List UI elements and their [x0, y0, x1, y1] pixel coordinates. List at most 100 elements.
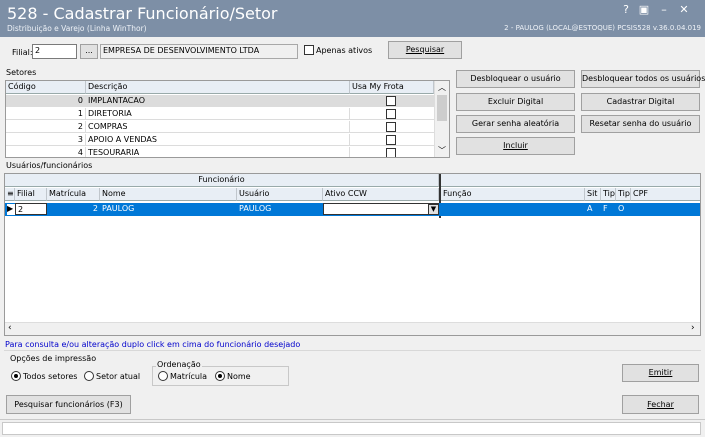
cadastrar-digital-label: Cadastrar Digital: [606, 97, 675, 106]
setor-descricao: IMPLANTACAO: [86, 95, 350, 107]
scroll-down-icon[interactable]: ﹀: [438, 145, 446, 156]
apenas-ativos-checkbox[interactable]: [304, 45, 314, 55]
impressao-label: Opções de impressão: [10, 354, 97, 363]
usuarios-col-filial[interactable]: Filial: [15, 188, 47, 201]
scroll-left-icon[interactable]: ‹: [8, 323, 12, 333]
apenas-ativos-label: Apenas ativos: [316, 46, 373, 55]
setor-row[interactable]: 3 APOIO A VENDAS: [6, 134, 434, 146]
usuario-matricula: 2: [92, 204, 98, 213]
setor-descricao: COMPRAS: [86, 121, 350, 133]
usuarios-col-matricula[interactable]: Matrícula: [47, 188, 100, 201]
matricula-radio-label: Matrícula: [170, 372, 208, 381]
setor-row[interactable]: 4 TESOURARIA: [6, 147, 434, 157]
setor-codigo: 1: [6, 108, 86, 120]
empresa-field: EMPRESA DE DESENVOLVIMENTO LTDA: [100, 44, 298, 59]
setor-descricao: TESOURARIA: [86, 147, 350, 157]
setores-label: Setores: [6, 68, 37, 77]
usuario-usuario: PAULOG: [239, 204, 272, 213]
desbloquear-todos-label: Desbloquear todos os usuários: [582, 74, 705, 83]
setor-codigo: 4: [6, 147, 86, 157]
setores-col-descricao[interactable]: Descrição: [86, 81, 350, 94]
excluir-digital-label: Excluir Digital: [487, 97, 544, 106]
pesquisar-button[interactable]: Pesquisar: [388, 41, 462, 59]
setor-descricao: DIRETORIA: [86, 108, 350, 120]
window-title: 528 - Cadastrar Funcionário/Setor: [7, 4, 278, 23]
usuarios-col-ativo-ccw[interactable]: Ativo CCW: [323, 188, 439, 201]
usuarios-grid[interactable]: Funcionário ≡ Filial Matrícula Nome Usuá…: [4, 173, 701, 336]
setor-descricao: APOIO A VENDAS: [86, 134, 350, 146]
setor-atual-radio[interactable]: [84, 371, 94, 381]
excluir-digital-button[interactable]: Excluir Digital: [456, 93, 575, 111]
usuarios-label: Usuários/funcionários: [6, 161, 93, 170]
todos-setores-radio[interactable]: [11, 371, 21, 381]
scroll-up-icon[interactable]: ︿: [438, 82, 446, 93]
setor-row[interactable]: 2 COMPRAS: [6, 121, 434, 133]
help-icon[interactable]: ?: [618, 3, 634, 17]
usuario-nome: PAULOG: [102, 204, 135, 213]
matricula-radio[interactable]: [158, 371, 168, 381]
pesquisar-funcionarios-button[interactable]: Pesquisar funcionários (F3): [6, 395, 131, 414]
usuarios-col-sit[interactable]: Sit: [585, 188, 601, 201]
emitir-button[interactable]: Emitir: [622, 364, 699, 382]
setores-col-codigo[interactable]: Código: [6, 81, 86, 94]
usuario-cpf: [631, 203, 700, 215]
scroll-thumb[interactable]: [437, 95, 447, 121]
setor-usa-my-frota-checkbox[interactable]: [386, 122, 396, 132]
setor-row[interactable]: 1 DIRETORIA: [6, 108, 434, 120]
cadastrar-digital-button[interactable]: Cadastrar Digital: [581, 93, 700, 111]
ordenacao-label: Ordenação: [156, 360, 202, 369]
setor-atual-label: Setor atual: [96, 372, 141, 381]
row-pointer-icon: ▶: [7, 204, 15, 215]
desbloquear-usuario-label: Desbloquear o usuário: [470, 74, 561, 83]
setor-row[interactable]: 0 IMPLANTACAO: [6, 95, 434, 107]
usuarios-col-funcao[interactable]: Função: [441, 188, 585, 201]
status-bar-field: [2, 422, 701, 435]
gerar-senha-label: Gerar senha aleatória: [471, 119, 560, 128]
separator: [4, 350, 701, 351]
usuarios-col-tip2[interactable]: Tip: [616, 188, 631, 201]
ativo-ccw-dropdown-icon[interactable]: ▼: [428, 204, 439, 215]
usuarios-col-nome[interactable]: Nome: [100, 188, 237, 201]
setor-usa-my-frota-checkbox[interactable]: [386, 148, 396, 157]
gerar-senha-button[interactable]: Gerar senha aleatória: [456, 115, 575, 133]
setores-grid[interactable]: Código Descrição Usa My Frota 0 IMPLANTA…: [5, 80, 450, 158]
usuario-filial[interactable]: 2: [15, 203, 47, 215]
funcionario-group-header: Funcionário: [5, 174, 439, 187]
desbloquear-usuario-button[interactable]: Desbloquear o usuário: [456, 70, 575, 88]
usuarios-hscrollbar[interactable]: ‹ ›: [5, 322, 700, 335]
user-info: 2 - PAULOG (LOCAL@ESTOQUE) PCSIS528 v.36…: [504, 24, 701, 32]
row-indicator-header: ≡: [5, 188, 15, 201]
todos-setores-label: Todos setores: [23, 372, 78, 381]
pesquisar-funcionarios-label: Pesquisar funcionários (F3): [14, 400, 123, 409]
setor-codigo: 2: [6, 121, 86, 133]
nome-radio[interactable]: [215, 371, 225, 381]
usuario-funcao: [441, 203, 585, 215]
setor-usa-my-frota-checkbox[interactable]: [386, 96, 396, 106]
filial-lookup-button[interactable]: ...: [80, 44, 98, 59]
fechar-button[interactable]: Fechar: [622, 395, 699, 414]
setor-codigo: 3: [6, 134, 86, 146]
window-subtitle: Distribuição e Varejo (Linha WinThor): [7, 24, 147, 33]
setores-scrollbar[interactable]: ︿ ﹀: [434, 81, 449, 157]
setor-usa-my-frota-checkbox[interactable]: [386, 109, 396, 119]
usuarios-col-usuario[interactable]: Usuário: [237, 188, 323, 201]
setor-usa-my-frota-checkbox[interactable]: [386, 135, 396, 145]
incluir-button[interactable]: Incluir: [456, 137, 575, 155]
usuario-ativo-ccw-select[interactable]: [323, 203, 439, 215]
close-icon[interactable]: ✕: [676, 3, 692, 17]
emitir-label: Emitir: [648, 368, 673, 377]
desbloquear-todos-button[interactable]: Desbloquear todos os usuários: [581, 70, 705, 88]
pesquisar-button-label: Pesquisar: [405, 45, 445, 54]
restore-icon[interactable]: ▣: [636, 3, 652, 17]
resetar-senha-label: Resetar senha do usuário: [589, 119, 692, 128]
nome-radio-label: Nome: [227, 372, 251, 381]
minimize-icon[interactable]: –: [656, 3, 672, 17]
resetar-senha-button[interactable]: Resetar senha do usuário: [581, 115, 700, 133]
setores-col-usa-my-frota[interactable]: Usa My Frota: [350, 81, 434, 94]
usuario-row[interactable]: ▶ 2 2 PAULOG PAULOG ▼ A F O: [5, 203, 700, 216]
usuarios-col-tip1[interactable]: Tip: [601, 188, 616, 201]
group-header-blank: [441, 174, 700, 187]
usuarios-col-cpf[interactable]: CPF: [631, 188, 700, 201]
filial-input[interactable]: 2: [32, 44, 77, 59]
scroll-right-icon[interactable]: ›: [691, 323, 695, 333]
